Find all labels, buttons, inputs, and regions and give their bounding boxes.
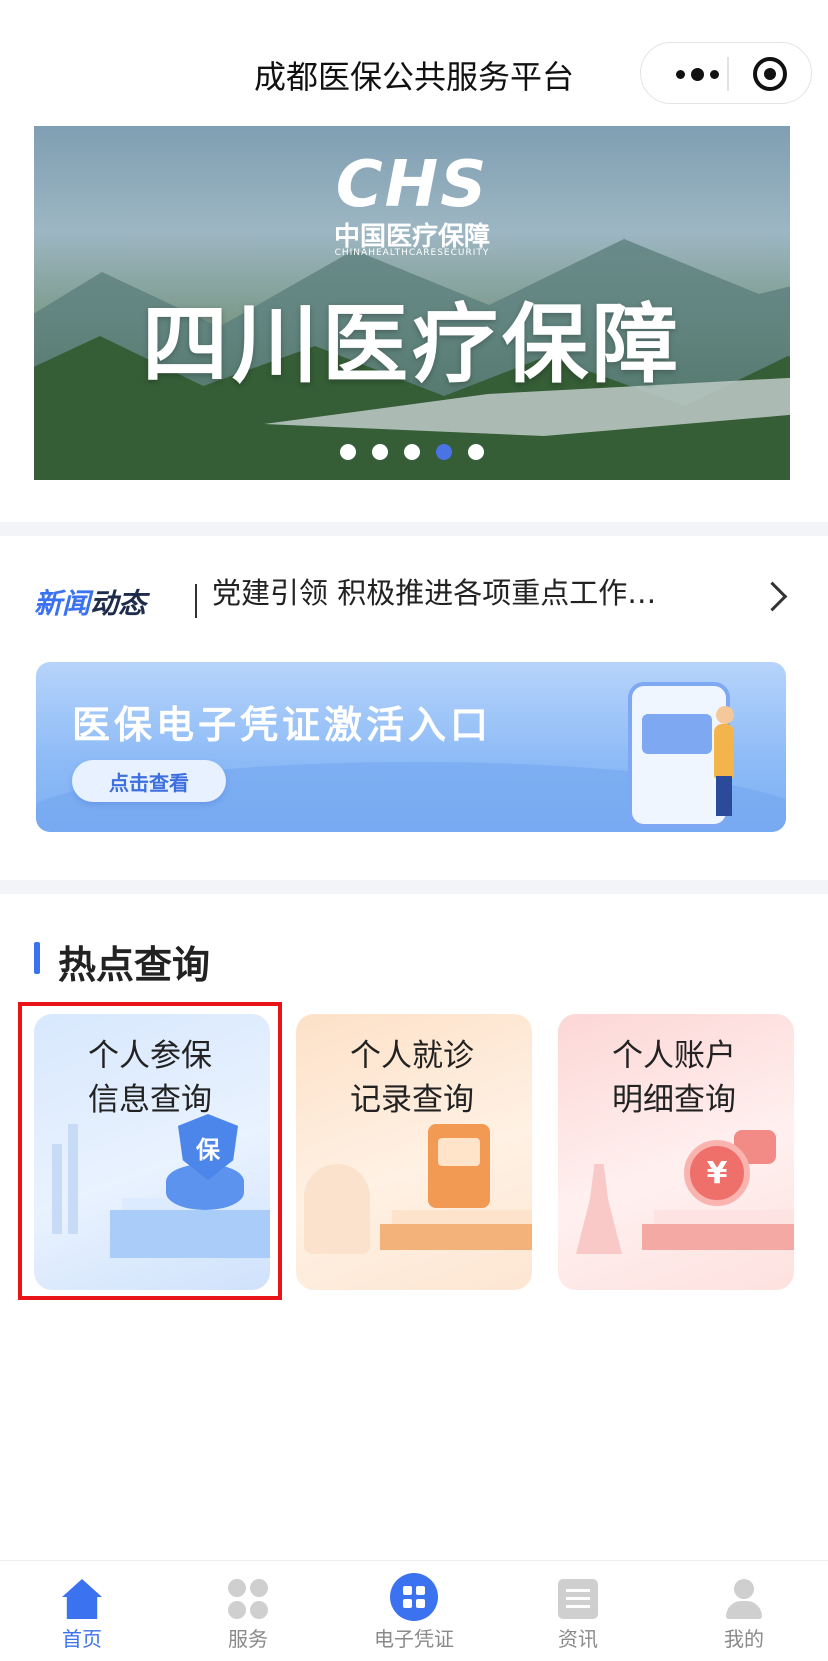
card-label-line2: 明细查询 bbox=[612, 1082, 736, 1118]
bottom-tab-bar: 首页 服务 电子凭证 资讯 我的 bbox=[0, 1560, 828, 1661]
more-options-icon[interactable] bbox=[667, 43, 727, 105]
news-tag-part2: 动态 bbox=[90, 587, 147, 620]
tab-label: 服务 bbox=[228, 1627, 268, 1651]
banner-carousel[interactable]: CHS 中国医疗保障 CHINAHEALTHCARESECURITY 四川医疗保… bbox=[34, 126, 790, 480]
view-button[interactable]: 点击查看 bbox=[72, 760, 226, 802]
chevron-right-icon[interactable] bbox=[757, 581, 788, 612]
carousel-indicator bbox=[34, 444, 790, 460]
news-tag: 新闻动态 bbox=[34, 582, 146, 622]
tab-news[interactable]: 资讯 bbox=[508, 1561, 648, 1661]
carousel-dot-active[interactable] bbox=[436, 444, 452, 460]
visit-record-query-card[interactable]: 个人就诊 记录查询 bbox=[296, 1014, 532, 1290]
tab-label: 首页 bbox=[62, 1627, 102, 1651]
tower-icon bbox=[576, 1164, 622, 1254]
carousel-dot[interactable] bbox=[404, 444, 420, 460]
promo-title: 医保电子凭证激活入口 bbox=[72, 703, 493, 747]
person-illustration-head bbox=[716, 706, 734, 724]
news-divider bbox=[195, 584, 197, 618]
account-detail-query-card[interactable]: 个人账户 明细查询 ¥ bbox=[558, 1014, 794, 1290]
header-bar: 成都医保公共服务平台 bbox=[0, 0, 828, 130]
logo-en-text: CHINAHEALTHCARESECURITY bbox=[334, 248, 490, 258]
carousel-dot[interactable] bbox=[340, 444, 356, 460]
panda-icon bbox=[304, 1164, 370, 1254]
e-certificate-promo-banner[interactable]: 医保电子凭证激活入口 点击查看 bbox=[36, 662, 786, 832]
card-label-line1: 个人参保 bbox=[88, 1038, 212, 1074]
yuan-coin-icon: ¥ bbox=[684, 1140, 750, 1206]
person-illustration-legs bbox=[716, 776, 732, 816]
tab-service[interactable]: 服务 bbox=[178, 1561, 318, 1661]
tab-me[interactable]: 我的 bbox=[674, 1561, 814, 1661]
section-divider bbox=[0, 522, 828, 536]
hot-query-title: 热点查询 bbox=[58, 943, 211, 987]
banner-headline: 四川医疗保障 bbox=[142, 295, 682, 395]
card-label: 个人参保 信息查询 bbox=[88, 1034, 212, 1122]
section-divider bbox=[0, 880, 828, 894]
card-label-line2: 信息查询 bbox=[88, 1082, 212, 1118]
carousel-dot[interactable] bbox=[468, 444, 484, 460]
home-icon bbox=[62, 1579, 102, 1619]
service-grid-icon bbox=[228, 1579, 268, 1619]
bamboo-icon bbox=[68, 1124, 78, 1234]
card-label: 个人就诊 记录查询 bbox=[350, 1034, 474, 1122]
news-headline[interactable]: 党建引领 积极推进各项重点工作… bbox=[212, 570, 682, 612]
tab-label: 我的 bbox=[724, 1627, 764, 1651]
tab-e-certificate[interactable]: 电子凭证 bbox=[344, 1561, 484, 1661]
tab-label: 电子凭证 bbox=[374, 1627, 454, 1651]
medical-record-icon bbox=[428, 1124, 490, 1208]
news-ticker[interactable]: 新闻动态 党建引领 积极推进各项重点工作… bbox=[0, 540, 828, 660]
card-label-line1: 个人账户 bbox=[612, 1038, 736, 1074]
platform-graphic bbox=[110, 1210, 270, 1258]
person-illustration-icon bbox=[714, 724, 734, 778]
close-target-icon[interactable] bbox=[753, 57, 787, 91]
carousel-dot[interactable] bbox=[372, 444, 388, 460]
card-label-line2: 记录查询 bbox=[350, 1082, 474, 1118]
tab-home[interactable]: 首页 bbox=[12, 1561, 152, 1661]
insurance-info-query-card[interactable]: 个人参保 信息查询 保 bbox=[34, 1014, 270, 1290]
heading-accent-bar bbox=[34, 942, 40, 974]
mini-program-capsule bbox=[640, 42, 812, 104]
platform-graphic bbox=[380, 1224, 532, 1250]
capsule-divider bbox=[727, 57, 729, 91]
bamboo-icon bbox=[52, 1144, 62, 1234]
qr-code-icon bbox=[390, 1573, 438, 1621]
card-label: 个人账户 明细查询 bbox=[612, 1034, 736, 1122]
news-icon bbox=[558, 1579, 598, 1619]
user-icon bbox=[724, 1579, 764, 1619]
chs-logo: CHS bbox=[335, 148, 489, 222]
platform-graphic bbox=[642, 1224, 794, 1250]
tab-label: 资讯 bbox=[558, 1627, 598, 1651]
news-tag-part1: 新闻 bbox=[34, 587, 91, 620]
card-label-line1: 个人就诊 bbox=[350, 1038, 474, 1074]
